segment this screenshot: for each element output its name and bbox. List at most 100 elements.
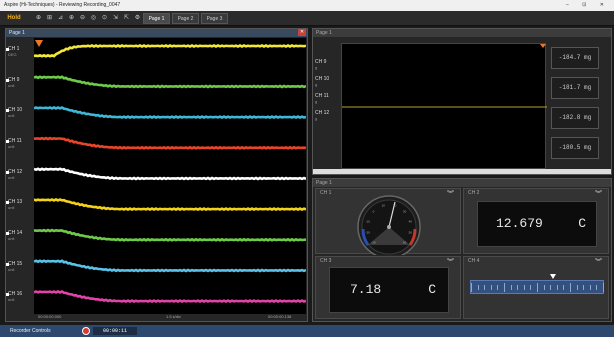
channel-unit: DEG: [8, 52, 17, 57]
multichannel-plot[interactable]: [341, 43, 547, 169]
chevron-down-icon[interactable]: ︾: [595, 189, 602, 199]
channel-marker: [6, 232, 9, 235]
waveform-trace: [33, 167, 307, 181]
waveform-plot[interactable]: [33, 38, 307, 314]
channel-label[interactable]: CH 12 unit: [8, 169, 36, 181]
channel-unit: unit: [8, 82, 15, 88]
gauge-scale-label: 60: [403, 241, 407, 245]
meters-panel: Page 1 CH 1 ︾ -30 -20 -10 0 10 20 30 40 50 60 CH …: [312, 178, 612, 322]
chart-icon[interactable]: ⊿: [56, 14, 65, 23]
waveform-trace: [33, 228, 307, 242]
marker-icon[interactable]: ⊞: [45, 14, 54, 23]
channel-unit: g: [315, 65, 318, 70]
digital-meter[interactable]: CH 3 ︾ 7.18 C: [315, 256, 461, 319]
value-readout: -182.8 mg: [551, 107, 599, 129]
cursor-icon[interactable]: ⊕: [34, 14, 43, 23]
gauge-meter[interactable]: CH 1 ︾ -30 -20 -10 0 10 20 30 40 50 60: [315, 188, 461, 255]
meter-unit: C: [578, 216, 586, 231]
channel-label[interactable]: CH 16 unit: [8, 291, 36, 303]
x-axis-start: 00:00:00.000: [38, 314, 62, 319]
bar-tick: [537, 283, 538, 292]
channel-unit: unit: [8, 174, 15, 180]
channel-marker: [6, 140, 9, 143]
chevron-down-icon[interactable]: ︾: [595, 257, 602, 267]
channel-label[interactable]: CH 9 unit: [8, 77, 36, 89]
bar-tick: [603, 283, 604, 292]
channel-marker: [6, 48, 9, 51]
waveform-trace: [33, 289, 307, 304]
gauge-scale-label: -20: [366, 231, 371, 235]
channel-label[interactable]: CH 11 unit: [8, 138, 36, 150]
value-readout: -180.5 mg: [551, 137, 599, 159]
zoom-fit-icon[interactable]: ◎: [89, 14, 98, 23]
settings-icon[interactable]: ⚙: [133, 14, 142, 23]
channel-unit: unit: [8, 297, 15, 303]
recorder-controls-label: Recorder Controls: [10, 328, 51, 334]
channel-unit: unit: [8, 144, 15, 149]
channel-label[interactable]: CH 14 unit: [8, 230, 36, 242]
autoscale-icon[interactable]: ⇱: [122, 14, 131, 23]
gauge-scale-label: 50: [409, 231, 413, 235]
bar-tick: [576, 285, 578, 290]
gauge-scale-label: 30: [403, 209, 407, 213]
bar-tick: [471, 283, 472, 292]
record-icon[interactable]: [82, 327, 90, 335]
window-controls[interactable]: – ⊡ ✕: [566, 0, 610, 11]
meter-title: CH 3: [320, 258, 332, 264]
waveform-trace: [33, 259, 307, 273]
window-titlebar: Aspire (Hi-Techniques) - Reviewing Recor…: [0, 0, 614, 11]
channel-label[interactable]: CH 1 DEG: [8, 46, 36, 58]
meter-value: 12.679: [496, 216, 543, 231]
zoom-out-icon[interactable]: ⊖: [78, 14, 87, 23]
channel-unit: g: [315, 82, 318, 87]
channel-marker: [6, 170, 9, 174]
zoom-x-icon[interactable]: ⊙: [100, 14, 109, 23]
zoom-in-icon[interactable]: ⊕: [67, 14, 76, 23]
tab-page-3[interactable]: Page 3: [201, 13, 228, 24]
bar-tick: [589, 285, 591, 290]
channel-marker: [6, 201, 9, 205]
toolbar: Hold ⊕ ⊞ ⊿ ⊕ ⊖ ◎ ⊙ ⇲ ⇱ ⚙ Page 1 Page 2 P…: [0, 11, 614, 26]
chevron-down-icon[interactable]: ︾: [447, 257, 454, 267]
trigger-marker-icon[interactable]: [35, 40, 43, 47]
scale-icon[interactable]: ⇲: [111, 14, 120, 23]
value-readout: -184.7 mg: [551, 47, 599, 69]
channel-label[interactable]: CH 10 unit: [8, 107, 36, 119]
digital-display: 7.18 C: [329, 267, 449, 313]
channel-marker: [6, 78, 9, 82]
tab-page-2[interactable]: Page 2: [172, 13, 199, 24]
x-axis-div: 1.5 s/div: [166, 314, 181, 319]
channel-label[interactable]: CH 12 g: [315, 110, 343, 122]
channel-label[interactable]: CH 10 g: [315, 76, 343, 88]
bar-tick: [497, 285, 499, 290]
bar-tick: [583, 285, 585, 290]
panel-title: Page 1: [316, 30, 332, 36]
tab-page-1[interactable]: Page 1: [143, 13, 170, 24]
gauge-svg: -30-20-10010 2030405060: [357, 195, 421, 255]
bar-meter[interactable]: CH 4 ︾: [463, 256, 609, 319]
waveform-trace: [33, 105, 307, 120]
recorder-controls-bar: Recorder Controls 00:00:11: [0, 325, 614, 337]
panel-title: Page 1: [316, 180, 332, 186]
bar-tick: [477, 285, 479, 290]
meter-value: 7.18: [350, 282, 382, 297]
panel-title: Page 1: [9, 30, 25, 36]
channel-label[interactable]: CH 13 unit: [8, 199, 36, 211]
bar-tick: [490, 285, 492, 290]
channel-label[interactable]: CH 15 unit: [8, 261, 36, 273]
close-icon[interactable]: ✕: [298, 29, 306, 36]
bar-tick: [556, 285, 558, 290]
level-pointer-icon: [550, 274, 557, 279]
horizontal-scrollbar[interactable]: [313, 169, 611, 174]
waveform-trace: [33, 197, 307, 212]
digital-meter[interactable]: CH 2 ︾ 12.679 C: [463, 188, 609, 254]
bar-tick: [484, 285, 486, 290]
channel-label[interactable]: CH 9g: [315, 59, 343, 71]
multichannel-panel: Page 1 CH 9 g CH 10 g CH 11 g CH 12 g -184.7 mg…: [312, 28, 612, 175]
bar-track: [470, 280, 604, 294]
value-readout: -181.7 mg: [551, 77, 599, 99]
bar-tick: [523, 285, 525, 290]
x-axis-end: 00:00:00.138: [268, 314, 292, 319]
channel-label[interactable]: CH 11 g: [315, 93, 343, 105]
hold-button[interactable]: Hold: [3, 13, 25, 24]
